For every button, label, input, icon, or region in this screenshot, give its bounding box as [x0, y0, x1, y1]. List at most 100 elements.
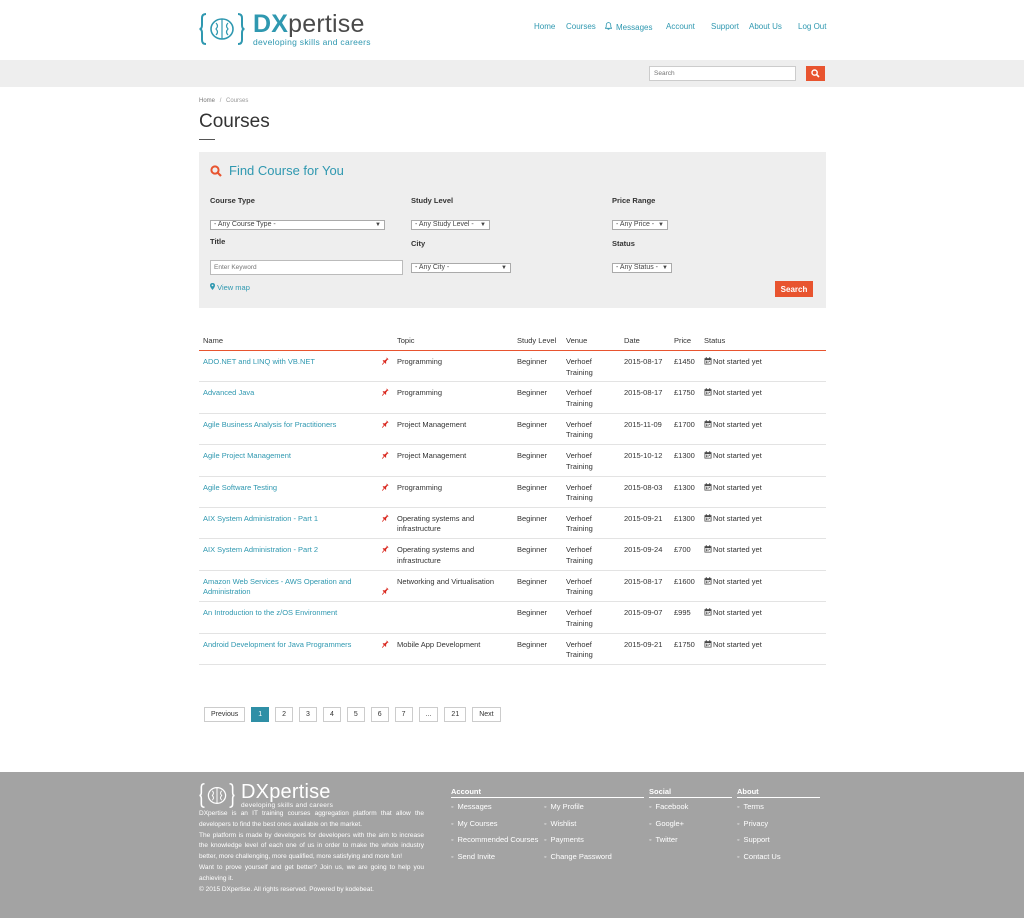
city-label: City [411, 239, 426, 248]
finder-search-button[interactable]: Search [775, 281, 813, 297]
course-level: Beginner [517, 608, 548, 618]
pushpin-icon[interactable] [381, 420, 389, 430]
course-price: £1300 [674, 513, 695, 523]
footer-brand-prefix: DX [241, 781, 270, 803]
site-logo[interactable]: DXpertise developing skills and careers [199, 12, 371, 47]
city-value: - Any City - [415, 264, 450, 271]
nav-messages[interactable]: Messages [604, 22, 652, 32]
course-venue: Verhoef Training [566, 639, 593, 660]
col-name[interactable]: Name [203, 336, 223, 345]
page-button[interactable]: 4 [322, 707, 341, 722]
course-name-link[interactable]: Amazon Web Services - AWS Operation and … [203, 577, 378, 598]
course-level: Beginner [517, 388, 548, 398]
course-name-link[interactable]: ADO.NET and LINQ with VB.NET [203, 357, 378, 368]
price-range-label: Price Range [612, 196, 656, 205]
city-select[interactable]: - Any City - ▼ [411, 263, 511, 273]
nav-account[interactable]: Account [666, 22, 695, 31]
course-name-link[interactable]: AIX System Administration - Part 2 [203, 545, 378, 556]
course-type-select[interactable]: - Any Course Type - ▼ [210, 220, 385, 230]
page-button[interactable]: 5 [346, 707, 365, 722]
nav-support[interactable]: Support [711, 22, 739, 31]
page-button[interactable]: 2 [275, 707, 294, 722]
calendar-icon [704, 545, 712, 557]
footer-about-text: DXpertise is an IT training courses aggr… [199, 809, 424, 895]
footer-account-link[interactable]: Wishlist [544, 819, 576, 828]
page-button[interactable]: ... [418, 707, 439, 722]
footer-copyright: © 2015 DXpertise. All rights reserved. P… [199, 885, 374, 893]
col-topic[interactable]: Topic [397, 336, 415, 345]
view-map-link[interactable]: View map [210, 283, 250, 292]
table-row: Agile Project Management Project Manageme… [199, 445, 826, 477]
pushpin-icon[interactable] [381, 545, 389, 555]
page-button[interactable]: 1 [251, 707, 270, 722]
course-venue: Verhoef Training [566, 451, 593, 471]
course-name-link[interactable]: Advanced Java [203, 388, 378, 399]
footer-about-link[interactable]: Privacy [737, 819, 768, 828]
next-page-button[interactable]: Next [472, 707, 501, 722]
pushpin-icon[interactable] [381, 587, 389, 597]
footer-account-link[interactable]: Send Invite [451, 852, 495, 861]
col-level[interactable]: Study Level [517, 336, 556, 345]
course-price: £1450 [674, 357, 695, 366]
course-status: Not started yet [704, 451, 762, 463]
course-venue: Verhoef Training [566, 576, 593, 597]
keyword-input[interactable] [210, 260, 403, 275]
footer-account-link[interactable]: Change Password [544, 852, 611, 861]
course-name-link[interactable]: AIX System Administration - Part 1 [203, 514, 378, 525]
table-row: Amazon Web Services - AWS Operation and … [199, 571, 826, 603]
course-name-link[interactable]: Agile Business Analysis for Practitioner… [203, 420, 378, 431]
page-button[interactable]: 6 [370, 707, 389, 722]
previous-page-button[interactable]: Previous [204, 707, 246, 722]
pushpin-icon[interactable] [381, 482, 389, 493]
footer-about-link[interactable]: Support [737, 835, 769, 844]
nav-logout[interactable]: Log Out [798, 22, 826, 31]
page-button[interactable]: 3 [299, 707, 317, 722]
pushpin-icon[interactable] [381, 451, 389, 461]
footer-account-link[interactable]: My Courses [451, 819, 497, 828]
search-input[interactable] [649, 66, 796, 81]
pushpin-icon[interactable] [381, 514, 389, 524]
calendar-icon [704, 419, 712, 432]
nav-about[interactable]: About Us [749, 22, 782, 31]
col-venue[interactable]: Venue [566, 336, 587, 345]
site-footer: DXpertise developing skills and careers … [0, 772, 1024, 918]
footer-social-link[interactable]: Google+ [649, 819, 684, 828]
col-price[interactable]: Price [674, 336, 691, 345]
study-level-select[interactable]: - Any Study Level - ▼ [411, 220, 490, 230]
footer-account-link[interactable]: Payments [544, 835, 583, 844]
dropdown-arrow-icon: ▼ [375, 222, 381, 228]
footer-account-link[interactable]: Messages [451, 802, 491, 811]
col-date[interactable]: Date [624, 336, 640, 345]
footer-about-link[interactable]: Terms [737, 802, 763, 811]
footer-about-title: About [737, 787, 820, 798]
brand-rest: pertise [288, 10, 365, 38]
course-name-link[interactable]: An Introduction to the z/OS Environment [203, 608, 378, 619]
nav-home[interactable]: Home [534, 22, 555, 31]
course-price: £700 [674, 545, 691, 555]
course-name-link[interactable]: Agile Software Testing [203, 483, 378, 494]
pushpin-icon[interactable] [381, 639, 389, 650]
status-select[interactable]: - Any Status - ▼ [612, 263, 672, 273]
course-level: Beginner [517, 639, 548, 649]
search-button[interactable] [806, 66, 825, 81]
course-name-link[interactable]: Agile Project Management [203, 451, 378, 462]
footer-account-link[interactable]: My Profile [544, 802, 583, 811]
course-status-text: Not started yet [713, 513, 762, 523]
breadcrumb-home[interactable]: Home [199, 98, 215, 104]
table-header: Name Topic Study Level Venue Date Price … [199, 331, 826, 351]
nav-courses[interactable]: Courses [566, 22, 596, 31]
pushpin-icon[interactable] [381, 388, 389, 398]
pushpin-icon[interactable] [381, 357, 389, 367]
footer-logo[interactable]: DXpertise developing skills and careers [199, 782, 333, 810]
course-level: Beginner [517, 545, 548, 555]
page-button[interactable]: 7 [394, 707, 413, 722]
footer-social-link[interactable]: Facebook [649, 802, 688, 811]
col-status[interactable]: Status [704, 336, 725, 345]
footer-about-link[interactable]: Contact Us [737, 852, 780, 861]
page-button[interactable]: 21 [444, 707, 467, 722]
footer-account-link[interactable]: Recommended Courses [451, 835, 538, 844]
calendar-icon [704, 482, 712, 495]
footer-social-link[interactable]: Twitter [649, 835, 677, 844]
price-range-select[interactable]: - Any Price - ▼ [612, 220, 668, 230]
course-name-link[interactable]: Android Development for Java Programmers [203, 640, 378, 651]
